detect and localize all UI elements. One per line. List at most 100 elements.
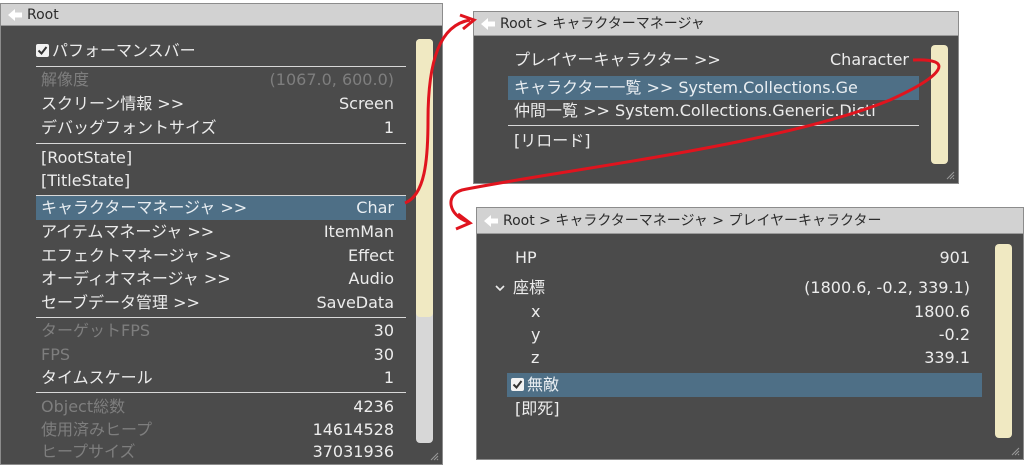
back-arrow-icon[interactable]: [480, 17, 496, 31]
companion-list-label: 仲間一覧 >> System.Collections.Generic.Dicti: [514, 101, 876, 120]
scrollbar-thumb[interactable]: [931, 45, 948, 164]
heap-size-row: ヒープサイズ 37031936: [41, 440, 394, 464]
root-state-label: [RootState]: [41, 148, 133, 167]
root-title: Root: [27, 7, 59, 23]
back-arrow-icon[interactable]: [483, 214, 499, 228]
save-data-label: セーブデータ管理 >>: [41, 293, 200, 312]
time-scale-value: 1: [383, 368, 394, 387]
position-z-row: z 339.1: [531, 346, 970, 370]
player-character-value: Character: [830, 50, 909, 69]
character-manager-value: Char: [356, 198, 394, 217]
root-panel: Root パフォーマンスバー 解像度 (1067.0, 600.0) スクリーン…: [0, 3, 443, 465]
character-list-label: キャラクター一覧 >> System.Collections.Ge: [514, 78, 858, 97]
invincible-toggle[interactable]: 無敵: [507, 373, 982, 397]
used-heap-value: 14614528: [312, 420, 394, 439]
separator: [36, 143, 406, 144]
reload-button[interactable]: [リロード]: [514, 129, 814, 153]
position-row[interactable]: 座標 (1800.6, -0.2, 339.1): [495, 276, 970, 300]
title-state-button[interactable]: [TitleState]: [41, 169, 394, 193]
character-manager-label: キャラクターマネージャ >>: [41, 198, 248, 217]
character-manager-titlebar: Root > キャラクターマネージャ: [474, 12, 958, 36]
performance-bar-toggle[interactable]: パフォーマンスバー: [36, 39, 391, 63]
target-fps-value: 30: [373, 321, 394, 340]
reload-label: [リロード]: [514, 131, 591, 150]
hp-value: 901: [939, 248, 970, 267]
companion-list-row[interactable]: 仲間一覧 >> System.Collections.Generic.Dicti: [514, 99, 919, 123]
resolution-row: 解像度 (1067.0, 600.0): [41, 68, 394, 92]
item-manager-row[interactable]: アイテムマネージャ >> ItemMan: [41, 220, 394, 244]
debug-font-size-value: 1: [383, 118, 394, 137]
invincible-label: 無敵: [527, 375, 560, 394]
debug-font-size-row[interactable]: デバッグフォントサイズ 1: [41, 116, 394, 140]
time-scale-label: タイムスケール: [41, 368, 153, 387]
arrowhead: [459, 13, 478, 31]
used-heap-row: 使用済みヒープ 14614528: [41, 418, 394, 442]
resolution-label: 解像度: [41, 70, 90, 89]
item-manager-label: アイテムマネージャ >>: [41, 222, 215, 241]
checkbox-checked-icon[interactable]: [511, 378, 524, 391]
time-scale-row[interactable]: タイムスケール 1: [41, 366, 394, 390]
fps-value: 30: [373, 345, 394, 364]
player-character-row[interactable]: プレイヤーキャラクター >> Character: [514, 48, 909, 72]
position-x-row: x 1800.6: [531, 300, 970, 324]
audio-manager-row[interactable]: オーディオマネージャ >> Audio: [41, 267, 394, 291]
character-manager-panel: Root > キャラクターマネージャ プレイヤーキャラクター >> Charac…: [473, 11, 959, 184]
separator: [508, 125, 919, 126]
scrollbar-thumb[interactable]: [995, 244, 1012, 438]
chevron-down-icon[interactable]: [495, 284, 505, 292]
instant-death-label: [即死]: [515, 399, 560, 418]
player-character-panel: Root > キャラクターマネージャ > プレイヤーキャラクター HP 901 …: [476, 207, 1024, 460]
resize-grip-icon[interactable]: [1010, 446, 1020, 456]
separator: [36, 317, 406, 318]
object-count-label: Object総数: [41, 397, 126, 416]
resize-grip-icon[interactable]: [945, 170, 955, 180]
back-arrow-icon[interactable]: [7, 8, 23, 22]
position-y-row: y -0.2: [531, 323, 970, 347]
resolution-value: (1067.0, 600.0): [269, 70, 394, 89]
position-z-value: 339.1: [924, 348, 970, 367]
position-x-value: 1800.6: [914, 302, 970, 321]
object-count-value: 4236: [353, 397, 394, 416]
character-manager-row[interactable]: キャラクターマネージャ >> Char: [36, 196, 406, 220]
player-character-label: プレイヤーキャラクター >>: [514, 50, 721, 69]
used-heap-label: 使用済みヒープ: [41, 420, 153, 439]
character-manager-title: Root > キャラクターマネージャ: [500, 16, 705, 32]
checkbox-checked-icon[interactable]: [36, 44, 49, 57]
resize-grip-icon[interactable]: [429, 451, 439, 461]
scrollbar-thumb[interactable]: [416, 39, 433, 317]
audio-manager-value: Audio: [348, 269, 394, 288]
separator: [36, 392, 406, 393]
position-z-label: z: [531, 348, 540, 367]
screen-info-value: Screen: [338, 94, 394, 113]
fps-label: FPS: [41, 345, 71, 364]
target-fps-label: ターゲットFPS: [41, 321, 151, 340]
heap-size-label: ヒープサイズ: [41, 442, 136, 461]
audio-manager-label: オーディオマネージャ >>: [41, 269, 231, 288]
hp-label: HP: [515, 248, 537, 267]
fps-row: FPS 30: [41, 343, 394, 367]
effect-manager-label: エフェクトマネージャ >>: [41, 246, 232, 265]
position-x-label: x: [531, 302, 541, 321]
player-character-title: Root > キャラクターマネージャ > プレイヤーキャラクター: [503, 213, 882, 229]
separator: [36, 66, 406, 67]
hp-row: HP 901: [515, 246, 970, 270]
target-fps-row: ターゲットFPS 30: [41, 319, 394, 343]
screen-info-row[interactable]: スクリーン情報 >> Screen: [41, 92, 394, 116]
position-label: 座標: [513, 278, 546, 297]
character-list-row[interactable]: キャラクター一覧 >> System.Collections.Ge: [508, 76, 919, 100]
arrowhead: [455, 212, 473, 231]
player-character-titlebar: Root > キャラクターマネージャ > プレイヤーキャラクター: [477, 208, 1023, 234]
root-state-button[interactable]: [RootState]: [41, 146, 394, 170]
position-value: (1800.6, -0.2, 339.1): [804, 278, 970, 297]
instant-death-button[interactable]: [即死]: [515, 397, 815, 421]
root-titlebar: Root: [1, 4, 442, 26]
effect-manager-row[interactable]: エフェクトマネージャ >> Effect: [41, 244, 394, 268]
heap-size-value: 37031936: [312, 442, 394, 461]
effect-manager-value: Effect: [347, 246, 394, 265]
position-y-value: -0.2: [938, 325, 970, 344]
item-manager-value: ItemMan: [323, 222, 394, 241]
save-data-row[interactable]: セーブデータ管理 >> SaveData: [41, 291, 394, 315]
performance-bar-label: パフォーマンスバー: [52, 41, 196, 60]
object-count-row: Object総数 4236: [41, 395, 394, 419]
position-y-label: y: [531, 325, 541, 344]
